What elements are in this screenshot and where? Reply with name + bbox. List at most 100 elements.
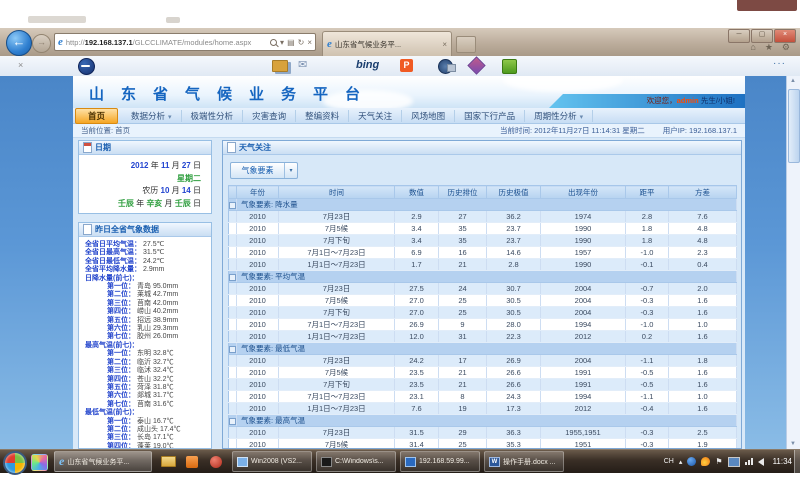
nav-item[interactable]: 国家下行产品 <box>455 110 525 122</box>
expand-checkbox[interactable] <box>229 418 236 425</box>
orange-app-task-icon[interactable] <box>182 452 202 471</box>
task-window-button[interactable]: C:\Windows\s... <box>316 451 396 472</box>
group-row[interactable]: 气象要素: 最低气温 <box>229 343 737 355</box>
tab-close-icon[interactable]: × <box>442 40 447 49</box>
close-button[interactable]: × <box>774 29 796 43</box>
table-row[interactable]: 20107月5候3.43523.719901.84.8 <box>229 223 737 235</box>
task-window-button[interactable]: 192.168.59.99... <box>400 451 480 472</box>
table-row[interactable]: 20107月下旬23.52126.61991-0.51.6 <box>229 379 737 391</box>
bing-logo[interactable]: bing <box>356 59 379 71</box>
element-selector-button[interactable]: 气象要素 ▾ <box>230 162 298 179</box>
table-cell: 12.0 <box>395 331 439 343</box>
show-desktop-button[interactable] <box>794 450 800 473</box>
table-row[interactable]: 20107月1日～7月23日23.1824.31994-1.11.0 <box>229 391 737 403</box>
forward-button[interactable]: → <box>32 34 51 53</box>
table-cell: -0.1 <box>626 259 669 271</box>
group-expand-cell[interactable] <box>229 199 237 211</box>
volume-icon[interactable] <box>758 458 764 466</box>
table-row[interactable]: 20101月1日～7月23日12.03122.320120.21.6 <box>229 331 737 343</box>
favorites-star-icon[interactable]: ★ <box>765 42 773 53</box>
network-icon[interactable] <box>745 458 753 465</box>
tray-hidden-icons-caret[interactable]: ▴ <box>679 458 683 466</box>
back-button[interactable]: ← <box>6 30 32 56</box>
table-row[interactable]: 20107月1日～7月23日6.91614.61957-1.02.3 <box>229 247 737 259</box>
table-row[interactable]: 20107月23日2.92736.219742.87.6 <box>229 211 737 223</box>
browser-tab[interactable]: e 山东省气候业务平... × <box>322 31 452 56</box>
search-icon[interactable] <box>270 39 277 46</box>
nav-item[interactable]: 数据分析▾ <box>122 110 182 122</box>
chevron-down-icon[interactable]: ▾ <box>280 38 284 47</box>
group-row[interactable]: 气象要素: 平均气温 <box>229 271 737 283</box>
media-player-task-icon[interactable] <box>206 452 226 471</box>
nav-item[interactable]: 灾害查询 <box>243 110 296 122</box>
scroll-down-icon[interactable]: ▼ <box>787 441 799 447</box>
table-row[interactable]: 20107月23日27.52430.72004-0.72.0 <box>229 283 737 295</box>
table-row[interactable]: 20107月23日31.52936.31955,1951-0.32.5 <box>229 427 737 439</box>
folder-task-icon[interactable] <box>158 452 178 471</box>
task-window-button[interactable]: W操作手册.docx ... <box>484 451 564 472</box>
chevron-down-icon[interactable]: ▾ <box>284 163 297 178</box>
stop-icon[interactable]: × <box>307 38 312 47</box>
task-window-button[interactable]: Win2008 (VS2... <box>232 451 312 472</box>
nav-item[interactable]: 极端性分析 <box>182 110 244 122</box>
tray-circle-icon[interactable] <box>687 457 696 466</box>
address-bar[interactable]: e http://192.168.137.1/GLCCLIMATE/module… <box>54 33 316 51</box>
start-button[interactable] <box>3 451 27 475</box>
tools-gear-icon[interactable]: ⚙ <box>782 42 790 53</box>
overflow-dots-icon[interactable]: ··· <box>773 58 786 69</box>
nav-item[interactable]: 天气关注 <box>349 110 402 122</box>
tray-flame-icon[interactable] <box>701 457 710 466</box>
addon-icon[interactable] <box>78 58 95 75</box>
group-expand-cell[interactable] <box>229 271 237 283</box>
document-icon <box>83 224 92 235</box>
group-row[interactable]: 气象要素: 降水量 <box>229 199 737 211</box>
compatibility-icon[interactable]: ▤ <box>287 38 295 47</box>
nav-item[interactable]: 首页 <box>75 108 118 124</box>
ie-task-button[interactable]: e 山东省气候业务平... <box>54 451 152 472</box>
page-scrollbar[interactable]: ▲ ▼ <box>786 76 800 449</box>
table-row[interactable]: 20107月5候23.52126.61991-0.51.6 <box>229 367 737 379</box>
tray-clock[interactable]: 11:34 <box>773 457 792 466</box>
puzzle-addon-icon[interactable] <box>502 59 517 74</box>
scroll-thumb[interactable] <box>788 89 800 163</box>
close-commandbar-icon[interactable]: × <box>18 60 23 70</box>
table-row[interactable]: 20101月1日～7月23日7.61917.32012-0.41.6 <box>229 403 737 415</box>
table-row[interactable]: 20107月下旬27.02530.52004-0.31.6 <box>229 307 737 319</box>
group-row[interactable]: 气象要素: 最高气温 <box>229 415 737 427</box>
group-expand-cell[interactable] <box>229 415 237 427</box>
url-text[interactable]: http://192.168.137.1/GLCCLIMATE/modules/… <box>66 38 266 47</box>
row-lead-cell <box>229 307 237 319</box>
scroll-up-icon[interactable]: ▲ <box>787 78 799 84</box>
table-row[interactable]: 20101月1日～7月23日1.7212.81990-0.10.4 <box>229 259 737 271</box>
nav-item[interactable]: 风场地图 <box>402 110 455 122</box>
pinned-app-icon[interactable] <box>31 454 48 471</box>
palette-icon[interactable] <box>467 56 485 74</box>
table-row[interactable]: 20107月5候27.02530.52004-0.31.6 <box>229 295 737 307</box>
table-cell: 7月1日～7月23日 <box>279 247 395 259</box>
home-icon[interactable]: ⌂ <box>750 42 755 53</box>
camera-icon[interactable] <box>438 59 453 74</box>
mail-icon[interactable]: ✉ <box>298 58 307 71</box>
table-row[interactable]: 20107月5候31.42535.31951-0.31.9 <box>229 439 737 450</box>
nav-item[interactable]: 周期性分析▾ <box>525 110 593 122</box>
minimize-button[interactable]: ─ <box>728 29 750 43</box>
nav-item[interactable]: 整编资料 <box>296 110 349 122</box>
tray-monitor-icon[interactable] <box>728 457 740 467</box>
expand-checkbox[interactable] <box>229 202 236 209</box>
maximize-button[interactable]: ▢ <box>751 29 773 43</box>
table-row[interactable]: 20107月下旬3.43523.719901.84.8 <box>229 235 737 247</box>
calendar-line: 星期二 <box>79 173 201 186</box>
new-tab-button[interactable] <box>456 36 476 53</box>
group-expand-cell[interactable] <box>229 343 237 355</box>
refresh-icon[interactable]: ↻ <box>298 38 305 47</box>
expand-checkbox[interactable] <box>229 274 236 281</box>
cards-icon[interactable] <box>272 60 288 72</box>
table-cell: 1.6 <box>669 295 737 307</box>
expand-checkbox[interactable] <box>229 346 236 353</box>
action-center-flag-icon[interactable]: ⚑ <box>715 457 722 466</box>
tray-language-indicator[interactable]: CH <box>664 458 674 465</box>
table-cell: 22.3 <box>487 331 541 343</box>
p-badge-icon[interactable]: P <box>400 59 413 72</box>
table-row[interactable]: 20107月23日24.21726.92004-1.11.8 <box>229 355 737 367</box>
table-row[interactable]: 20107月1日～7月23日26.9928.01994-1.01.0 <box>229 319 737 331</box>
